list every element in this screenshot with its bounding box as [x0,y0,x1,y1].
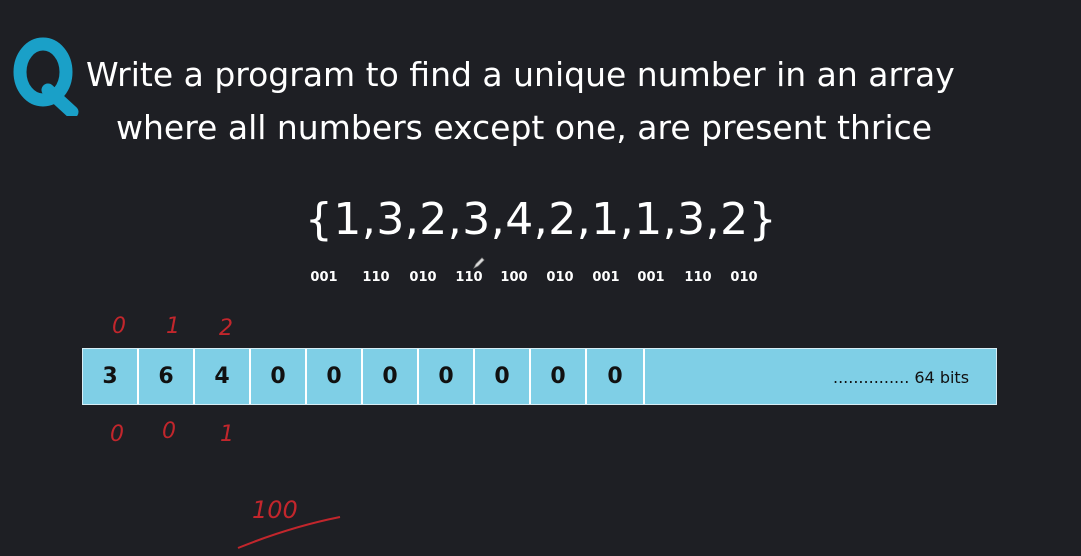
pen-cursor-icon [473,257,485,269]
handwritten-remainder: 1 [220,422,234,447]
handwritten-result: 100 [252,496,298,524]
handwritten-underline [237,516,341,549]
binary-code: 010 [546,270,574,285]
bits-label: ............... 64 bits [833,368,970,387]
slide: Write a program to find a unique number … [0,0,1081,556]
handwritten-remainder: 0 [110,422,124,447]
question-line-2: where all numbers except one, are presen… [116,108,933,147]
binary-code: 010 [409,270,437,285]
bit-cell: 0 [251,349,307,404]
handwritten-index-label: 2 [219,316,233,341]
handwritten-index-label: 0 [112,314,126,339]
array-display: {1,3,2,3,4,2,1,1,3,2} [304,194,778,245]
bit-cell: 0 [531,349,587,404]
bit-cell: 4 [195,349,251,404]
binary-code: 001 [637,270,665,285]
question-text: Write a program to find a unique number … [86,48,1006,154]
handwritten-remainder: 0 [162,419,176,444]
binary-code: 010 [730,270,758,285]
bit-cell: 3 [83,349,139,404]
binary-code: 001 [310,270,338,285]
bit-cell: 0 [419,349,475,404]
question-line-1: Write a program to find a unique number … [86,55,955,94]
binary-code: 110 [684,270,712,285]
bit-cell: 0 [363,349,419,404]
bit-cell: 6 [139,349,195,404]
binary-code: 001 [592,270,620,285]
bit-cell: 0 [587,349,645,404]
q-logo-icon [13,37,79,116]
binary-code: 110 [455,270,483,285]
bit-array-strip: 3 6 4 0 0 0 0 0 0 0 ............... 64 b… [82,348,997,405]
binary-code: 100 [500,270,528,285]
bit-cell: 0 [475,349,531,404]
bit-cell: 0 [307,349,363,404]
binary-code: 110 [362,270,390,285]
handwritten-index-label: 1 [166,314,180,339]
